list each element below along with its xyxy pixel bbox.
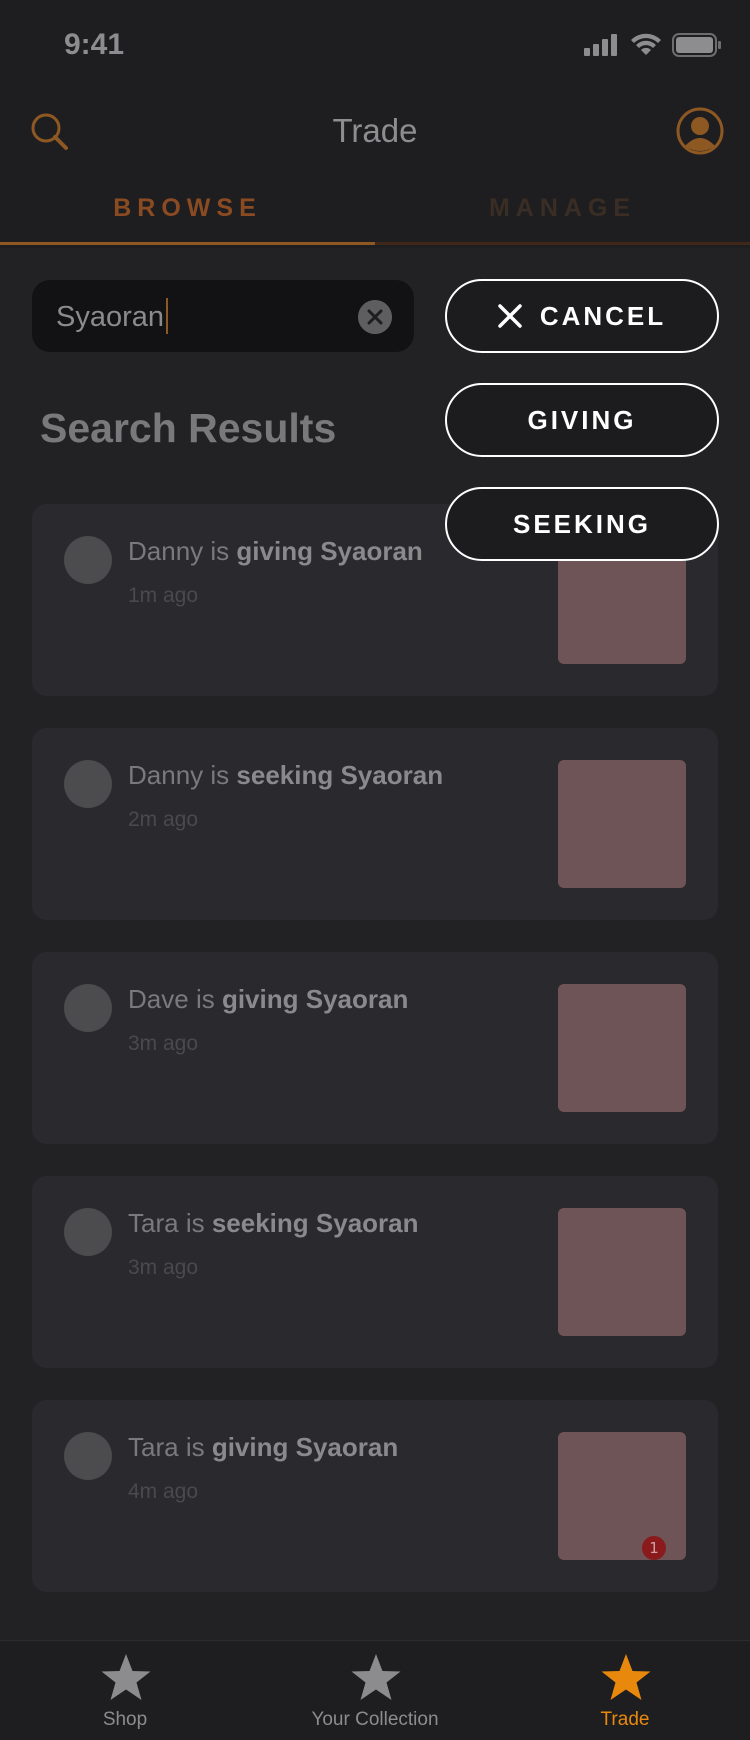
bottom-tab-bar: Shop Your Collection Trade <box>0 1640 750 1740</box>
status-time: 9:41 <box>64 28 125 61</box>
clear-search-icon[interactable] <box>358 300 392 334</box>
trade-timestamp: 1m ago <box>128 584 199 607</box>
trade-card[interactable]: Tara is seeking Syaoran 3m ago <box>32 1176 718 1368</box>
trade-description: Danny is giving Syaoran <box>128 536 423 566</box>
card-thumbnail[interactable]: 1 <box>558 1432 686 1560</box>
search-input[interactable]: Syaoran <box>32 280 414 352</box>
tabbar-item-shop[interactable]: Shop <box>0 1641 250 1740</box>
trade-description: Dave is giving Syaoran <box>128 984 409 1014</box>
trade-description: Tara is seeking Syaoran <box>128 1208 419 1238</box>
card-thumbnail[interactable] <box>558 984 686 1112</box>
search-input-value: Syaoran <box>56 298 169 334</box>
card-thumbnail[interactable] <box>558 760 686 888</box>
tabbar-item-your-collection[interactable]: Your Collection <box>250 1641 500 1740</box>
page-title: Trade <box>332 112 418 149</box>
trade-card[interactable]: Tara is giving Syaoran 4m ago 1 <box>32 1400 718 1592</box>
trade-timestamp: 3m ago <box>128 1032 199 1055</box>
user-avatar <box>64 760 112 808</box>
star-icon <box>351 1654 401 1700</box>
signal-icon <box>584 34 617 56</box>
profile-avatar-icon[interactable] <box>675 106 725 156</box>
trade-timestamp: 3m ago <box>128 1256 199 1279</box>
tab-browse[interactable]: BROWSE <box>0 194 375 223</box>
app-header: Trade BROWSE MANAGE <box>0 92 750 248</box>
tabbar-label: Your Collection <box>311 1709 439 1730</box>
text-caret <box>166 298 169 334</box>
trade-timestamp: 4m ago <box>128 1480 199 1503</box>
trade-timestamp: 2m ago <box>128 808 199 831</box>
count-badge: 1 <box>642 1536 666 1560</box>
tab-manage[interactable]: MANAGE <box>375 194 750 223</box>
user-avatar <box>64 1432 112 1480</box>
wifi-icon <box>631 33 661 55</box>
tabbar-item-trade[interactable]: Trade <box>500 1641 750 1740</box>
cancel-button[interactable]: CANCEL <box>445 279 719 353</box>
card-thumbnail[interactable] <box>558 1208 686 1336</box>
user-avatar <box>64 536 112 584</box>
user-avatar <box>64 984 112 1032</box>
tab-indicator-inactive <box>375 242 750 245</box>
tab-indicator-active <box>0 242 375 245</box>
star-icon <box>101 1654 151 1700</box>
trade-description: Danny is seeking Syaoran <box>128 760 444 790</box>
trade-card[interactable]: Danny is seeking Syaoran 2m ago <box>32 728 718 920</box>
seeking-filter-button[interactable]: SEEKING <box>445 487 719 561</box>
search-results-heading: Search Results <box>40 405 337 451</box>
user-avatar <box>64 1208 112 1256</box>
seeking-label: SEEKING <box>512 508 652 539</box>
tabbar-label: Trade <box>600 1709 650 1730</box>
status-icons <box>584 33 722 57</box>
close-icon <box>498 304 522 328</box>
giving-filter-button[interactable]: GIVING <box>445 383 719 457</box>
giving-label: GIVING <box>527 404 637 435</box>
battery-icon <box>672 33 721 57</box>
tabbar-label: Shop <box>102 1709 148 1730</box>
status-bar: 9:41 <box>0 0 750 92</box>
trade-card[interactable]: Dave is giving Syaoran 3m ago <box>32 952 718 1144</box>
cancel-label: CANCEL <box>539 300 667 331</box>
trade-screen: 9:41 Trade BROWSE MANAGE Syaoran Search … <box>0 0 750 1740</box>
trade-description: Tara is giving Syaoran <box>128 1432 399 1462</box>
star-icon <box>601 1654 651 1700</box>
